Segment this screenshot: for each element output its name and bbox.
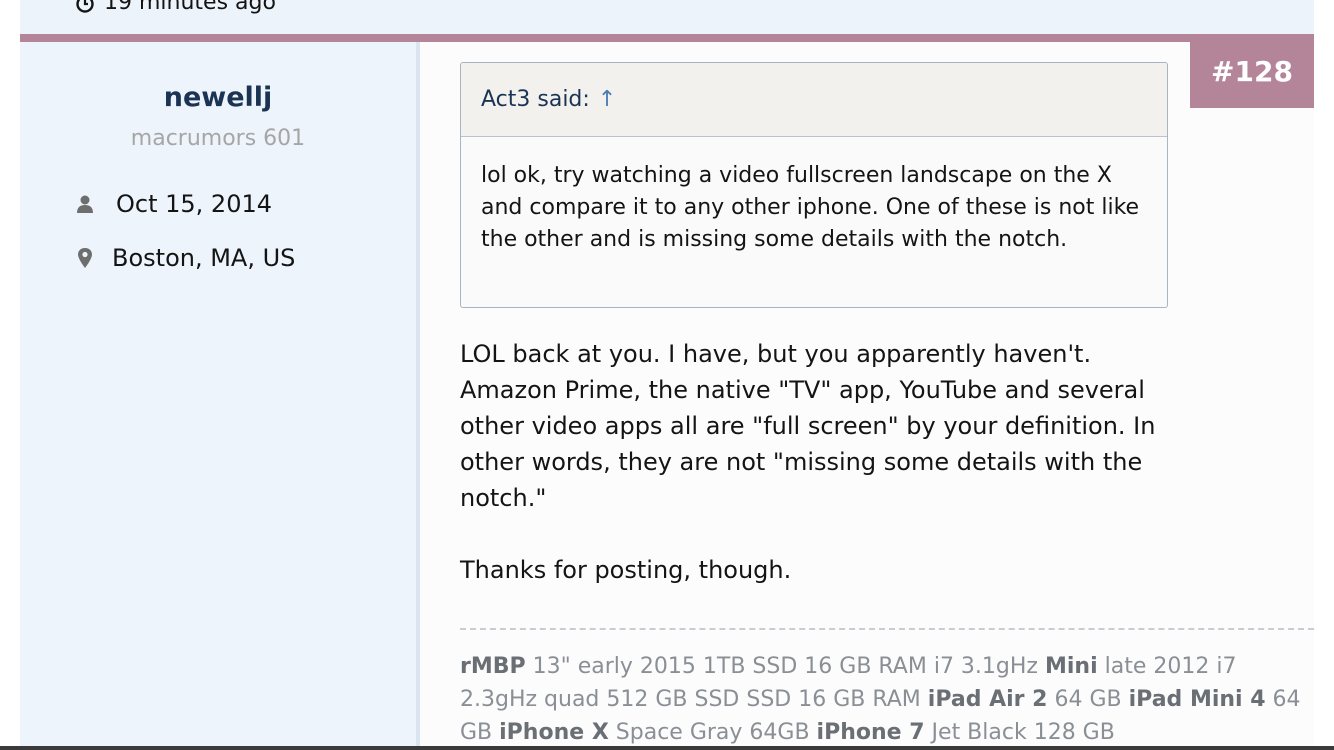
post-number-badge[interactable]: #128 [1190,34,1314,108]
message-paragraph: Thanks for posting, though. [460,556,792,584]
signature-device: iPhone X [499,720,609,745]
signature: rMBP 13" early 2015 1TB SSD 16 GB RAM i7… [460,650,1314,749]
user-icon [72,194,98,214]
author-joined-date: Oct 15, 2014 [116,190,272,218]
signature-spec: Jet Black 128 GB [924,720,1115,745]
map-marker-icon [72,247,98,269]
previous-post-time[interactable]: 19 minutes ago [76,0,276,15]
previous-post-time-text: 19 minutes ago [104,0,276,15]
signature-device: iPhone 7 [816,720,925,745]
author-username[interactable]: newellj [20,82,416,113]
signature-spec: Space Gray 64GB [608,720,817,745]
author-location: Boston, MA, US [72,244,295,272]
author-sidebar: newellj macrumors 601 Oct 15, 2014 Bosto… [20,42,420,750]
signature-spec: 64 GB [1047,687,1129,712]
signature-device: iPad Mini 4 [1128,687,1266,712]
author-location-link[interactable]: Boston, MA, US [112,244,295,272]
quote-attribution: Act3 said: [481,87,590,112]
post-message: LOL back at you. I have, but you apparen… [460,336,1180,588]
quote-block: Act3 said: ↑ lol ok, try watching a vide… [460,62,1168,308]
signature-divider [460,628,1314,630]
clock-icon [76,0,94,13]
author-title: macrumors 601 [130,126,306,151]
previous-post-footer: 19 minutes ago [20,0,1314,34]
signature-device: rMBP [460,654,526,679]
signature-device: iPad Air 2 [927,687,1048,712]
quote-jump-arrow-icon[interactable]: ↑ [598,87,616,112]
message-paragraph: LOL back at you. I have, but you apparen… [460,340,1156,512]
page-gutter [0,0,20,750]
signature-device: Mini [1044,654,1098,679]
quote-header: Act3 said: ↑ [461,63,1167,137]
quote-text: lol ok, try watching a video fullscreen … [481,163,1140,252]
author-joined: Oct 15, 2014 [72,190,272,218]
viewport-bottom-edge [0,746,1334,750]
post-128: newellj macrumors 601 Oct 15, 2014 Bosto… [20,34,1314,750]
signature-spec: 13" early 2015 1TB SSD 16 GB RAM i7 3.1g… [525,654,1045,679]
